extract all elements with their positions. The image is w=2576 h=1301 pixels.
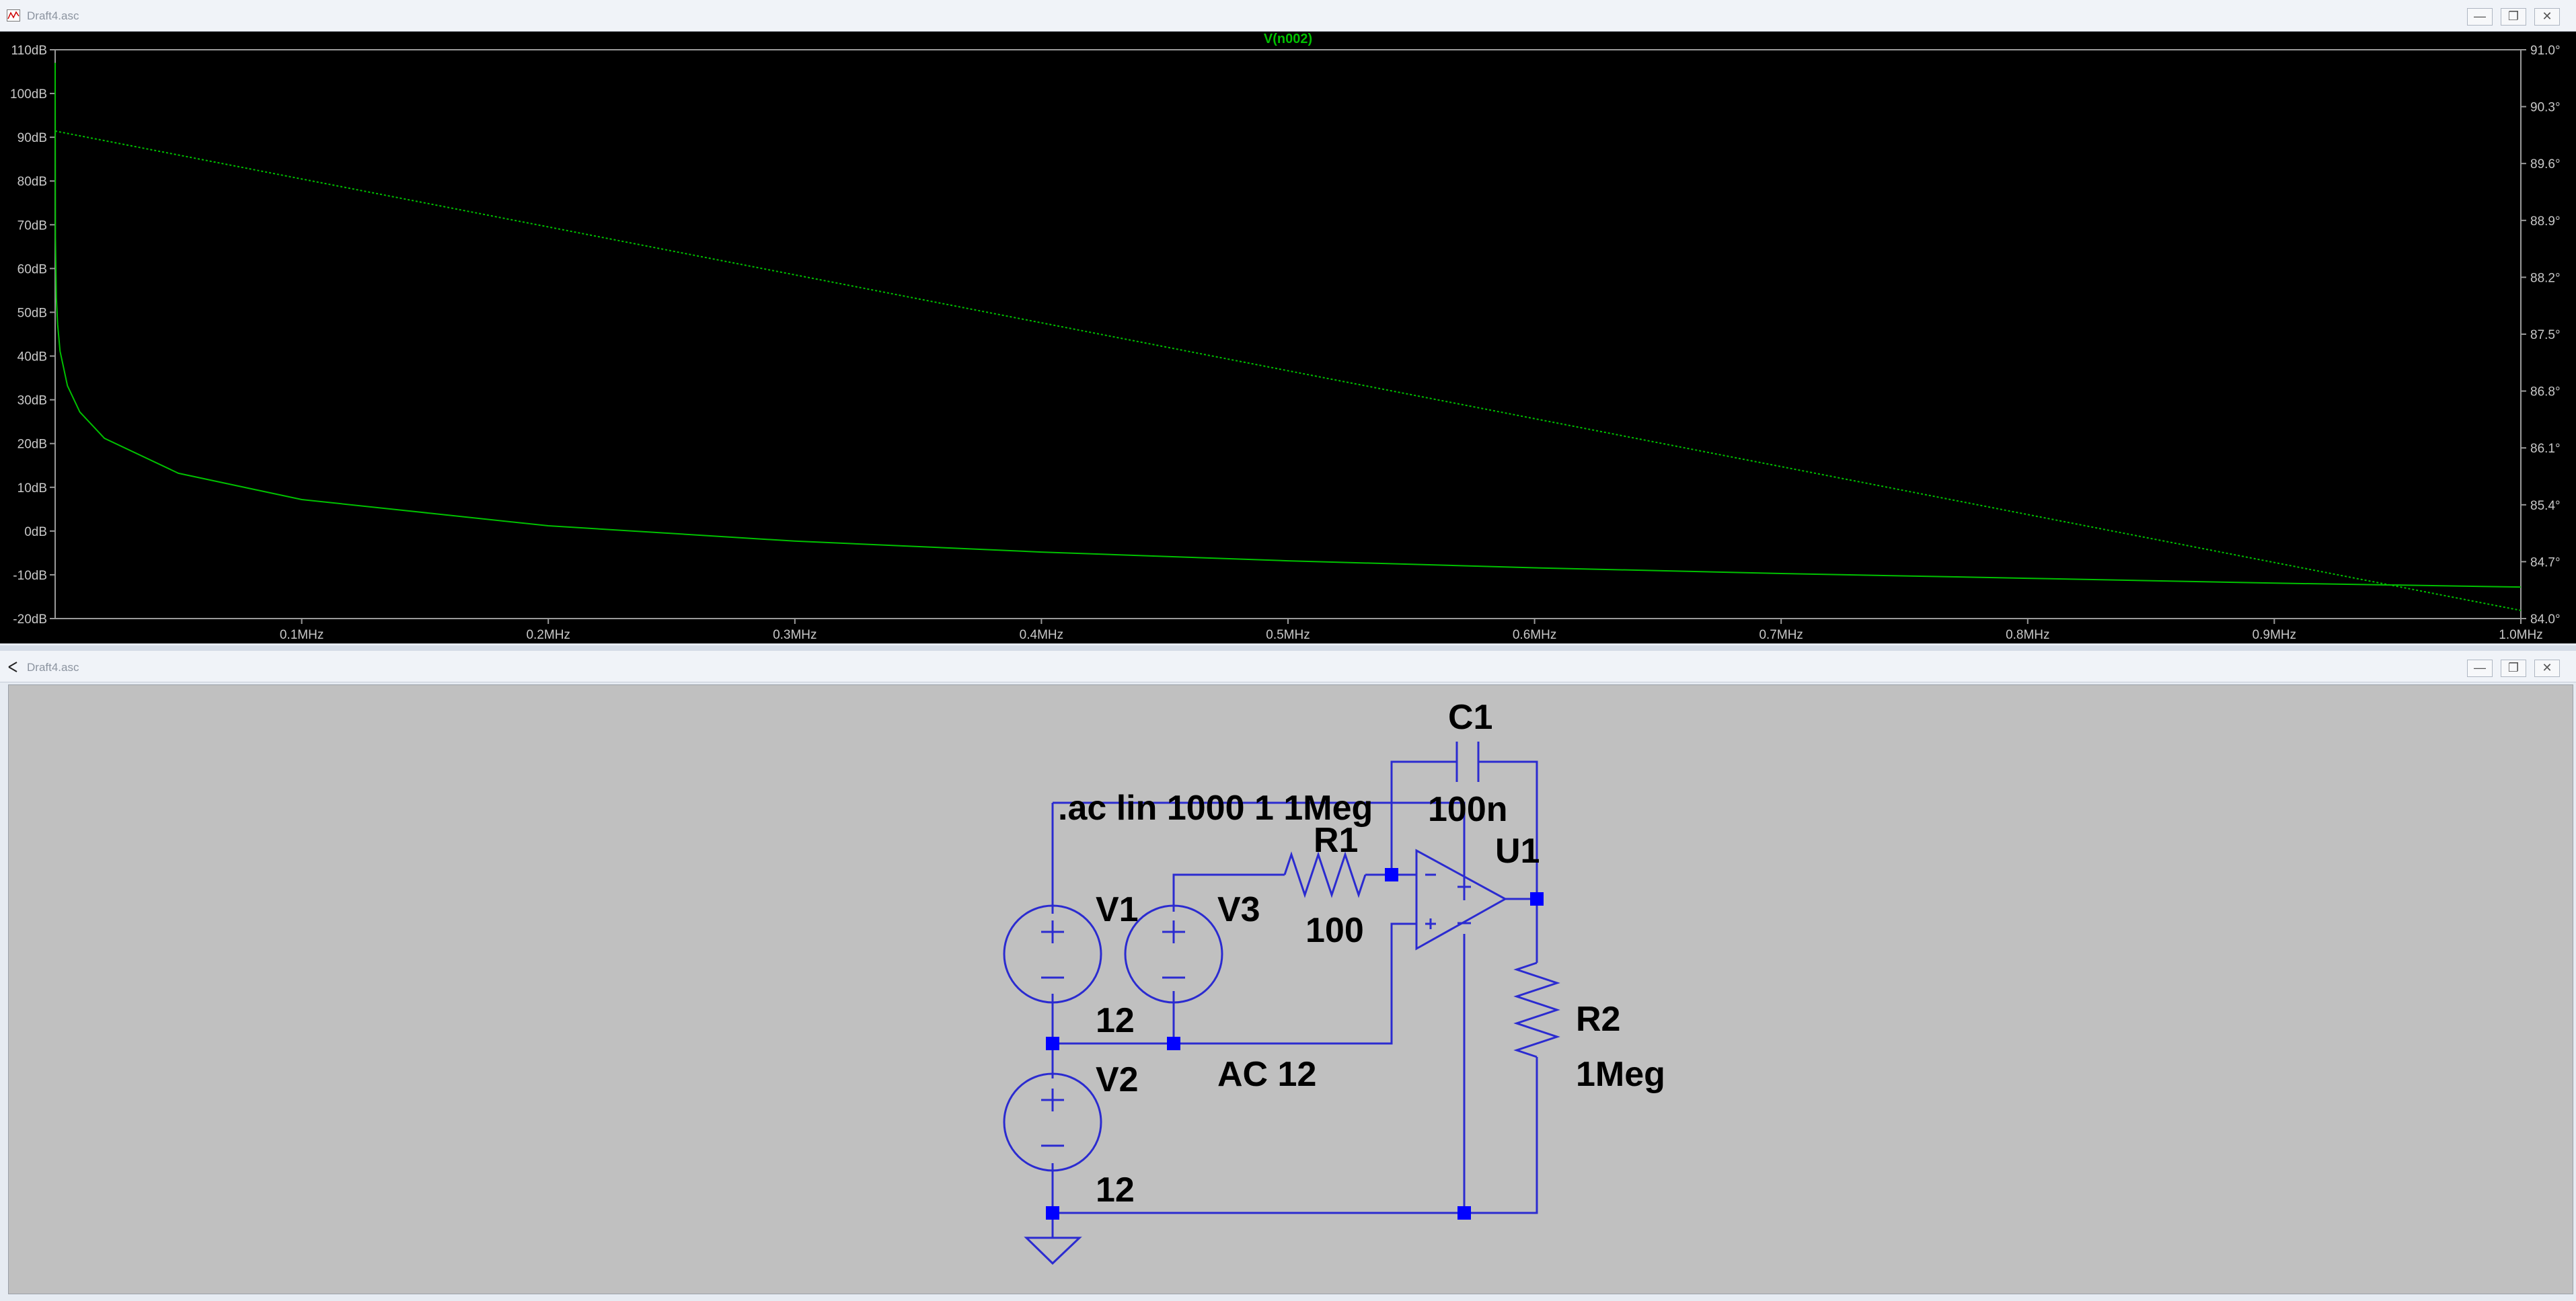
bode-plot[interactable]: V(n002) 110dB 100dB 90dB 80dB 70dB 60dB 50dB 40… xyxy=(0,32,2576,643)
voltage-source-v3[interactable] xyxy=(1124,904,1223,1004)
schematic-app-icon xyxy=(8,662,17,672)
r1-value[interactable]: 100 xyxy=(1305,911,1364,950)
junction-node[interactable] xyxy=(1046,1206,1059,1220)
r2-name[interactable]: R2 xyxy=(1576,1000,1620,1039)
x-tick-label: 0.8MHz xyxy=(2006,628,2049,642)
y-right-tick-label: 85.4° xyxy=(2530,499,2561,513)
y-left-tick-label: 0dB xyxy=(24,525,47,539)
x-tick-label: 0.3MHz xyxy=(773,628,817,642)
r2-value[interactable]: 1Meg xyxy=(1576,1055,1665,1094)
voltage-source-v1[interactable] xyxy=(1003,904,1102,1004)
schematic-window: Draft4.asc — ❐ ✕ .ac lin 1000 1 1Meg C1 … xyxy=(0,651,2576,1301)
magnitude-trace xyxy=(54,63,2522,588)
minimize-button[interactable]: — xyxy=(2467,8,2493,26)
voltage-source-v2[interactable] xyxy=(1003,1072,1102,1172)
resistor-r2[interactable] xyxy=(1513,961,1560,1058)
y-left-tick-label: 50dB xyxy=(17,306,47,320)
y-left-tick-label: 100dB xyxy=(10,87,47,102)
x-tick-label: 0.1MHz xyxy=(280,628,324,642)
y-left-tick-label: -10dB xyxy=(13,569,47,583)
x-tick-label: 0.5MHz xyxy=(1266,628,1310,642)
x-tick-label: 0.2MHz xyxy=(526,628,570,642)
y-left-tick-label: 30dB xyxy=(17,394,47,408)
junction-node[interactable] xyxy=(1457,1206,1471,1220)
v1-name[interactable]: V1 xyxy=(1096,890,1139,929)
ground-icon[interactable] xyxy=(1024,1236,1082,1265)
v2-value[interactable]: 12 xyxy=(1096,1171,1135,1210)
y-right-tick-label: 84.0° xyxy=(2530,613,2561,627)
y-right-tick-label: 88.9° xyxy=(2530,214,2561,229)
restore-button[interactable]: ❐ xyxy=(2501,660,2526,677)
c1-name[interactable]: C1 xyxy=(1448,698,1492,737)
y-right-tick-label: 88.2° xyxy=(2530,271,2561,285)
v1-value[interactable]: 12 xyxy=(1096,1001,1135,1040)
y-right-tick-label: 90.3° xyxy=(2530,101,2561,115)
minimize-button[interactable]: — xyxy=(2467,660,2493,677)
r1-name[interactable]: R1 xyxy=(1314,821,1358,860)
resistor-r1[interactable] xyxy=(1283,851,1367,898)
y-left-tick-label: 60dB xyxy=(17,262,47,276)
y-right-tick-label: 84.7° xyxy=(2530,555,2561,569)
plot-area[interactable] xyxy=(54,49,2522,619)
x-tick-label: 1.0MHz xyxy=(2499,628,2542,642)
y-left-tick-label: 40dB xyxy=(17,350,47,364)
close-button[interactable]: ✕ xyxy=(2534,8,2560,26)
y-left-tick-label: 90dB xyxy=(17,131,47,145)
y-left-tick-label: 10dB xyxy=(17,481,47,496)
y-left-tick-label: 20dB xyxy=(17,438,47,452)
x-tick-label: 0.9MHz xyxy=(2252,628,2296,642)
junction-node[interactable] xyxy=(1167,1037,1180,1050)
x-tick-label: 0.4MHz xyxy=(1020,628,1063,642)
y-right-tick-label: 91.0° xyxy=(2530,44,2561,58)
wire[interactable] xyxy=(1505,898,1538,963)
y-left-tick-label: 110dB xyxy=(11,44,47,58)
schematic-canvas[interactable]: .ac lin 1000 1 1Meg C1 100n R1 100 U1 R2… xyxy=(8,684,2573,1294)
waveform-app-icon xyxy=(7,9,20,22)
v2-name[interactable]: V2 xyxy=(1096,1060,1139,1099)
y-left-tick-label: 80dB xyxy=(17,175,47,189)
plot-pane[interactable]: V(n002) 110dB 100dB 90dB 80dB 70dB 60dB 50dB 40… xyxy=(0,32,2576,643)
capacitor-c1[interactable] xyxy=(1455,742,1480,782)
waveform-window-title: Draft4.asc xyxy=(27,9,79,22)
y-right-tick-label: 89.6° xyxy=(2530,157,2561,171)
y-left-tick-label: 70dB xyxy=(17,219,47,233)
schematic-drawing[interactable]: .ac lin 1000 1 1Meg C1 100n R1 100 U1 R2… xyxy=(9,685,2573,1294)
v3-value[interactable]: AC 12 xyxy=(1217,1055,1316,1094)
y-left-tick-label: -20dB xyxy=(13,613,47,627)
junction-node[interactable] xyxy=(1385,868,1398,881)
u1-name[interactable]: U1 xyxy=(1495,832,1540,871)
opamp-u1[interactable] xyxy=(1415,849,1508,951)
y-right-tick-label: 86.8° xyxy=(2530,385,2561,399)
y-right-tick-label: 86.1° xyxy=(2530,442,2561,456)
x-tick-label: 0.6MHz xyxy=(1513,628,1556,642)
trace-label[interactable]: V(n002) xyxy=(1264,32,1312,46)
close-button[interactable]: ✕ xyxy=(2534,660,2560,677)
c1-value[interactable]: 100n xyxy=(1428,790,1508,829)
junction-node[interactable] xyxy=(1046,1037,1059,1050)
waveform-titlebar[interactable]: Draft4.asc — ❐ ✕ xyxy=(0,0,2576,32)
y-right-tick-label: 87.5° xyxy=(2530,328,2561,342)
phase-trace xyxy=(54,130,2522,611)
wires[interactable] xyxy=(1051,760,1538,1238)
v3-name[interactable]: V3 xyxy=(1217,890,1260,929)
wire[interactable] xyxy=(1478,760,1538,900)
restore-button[interactable]: ❐ xyxy=(2501,8,2526,26)
x-tick-label: 0.7MHz xyxy=(1759,628,1803,642)
waveform-window: Draft4.asc — ❐ ✕ V(n002) 110dB 100dB 90dB 8… xyxy=(0,0,2576,645)
junction-node[interactable] xyxy=(1530,892,1544,906)
schematic-window-title: Draft4.asc xyxy=(27,661,79,674)
schematic-titlebar[interactable]: Draft4.asc — ❐ ✕ xyxy=(0,651,2576,682)
